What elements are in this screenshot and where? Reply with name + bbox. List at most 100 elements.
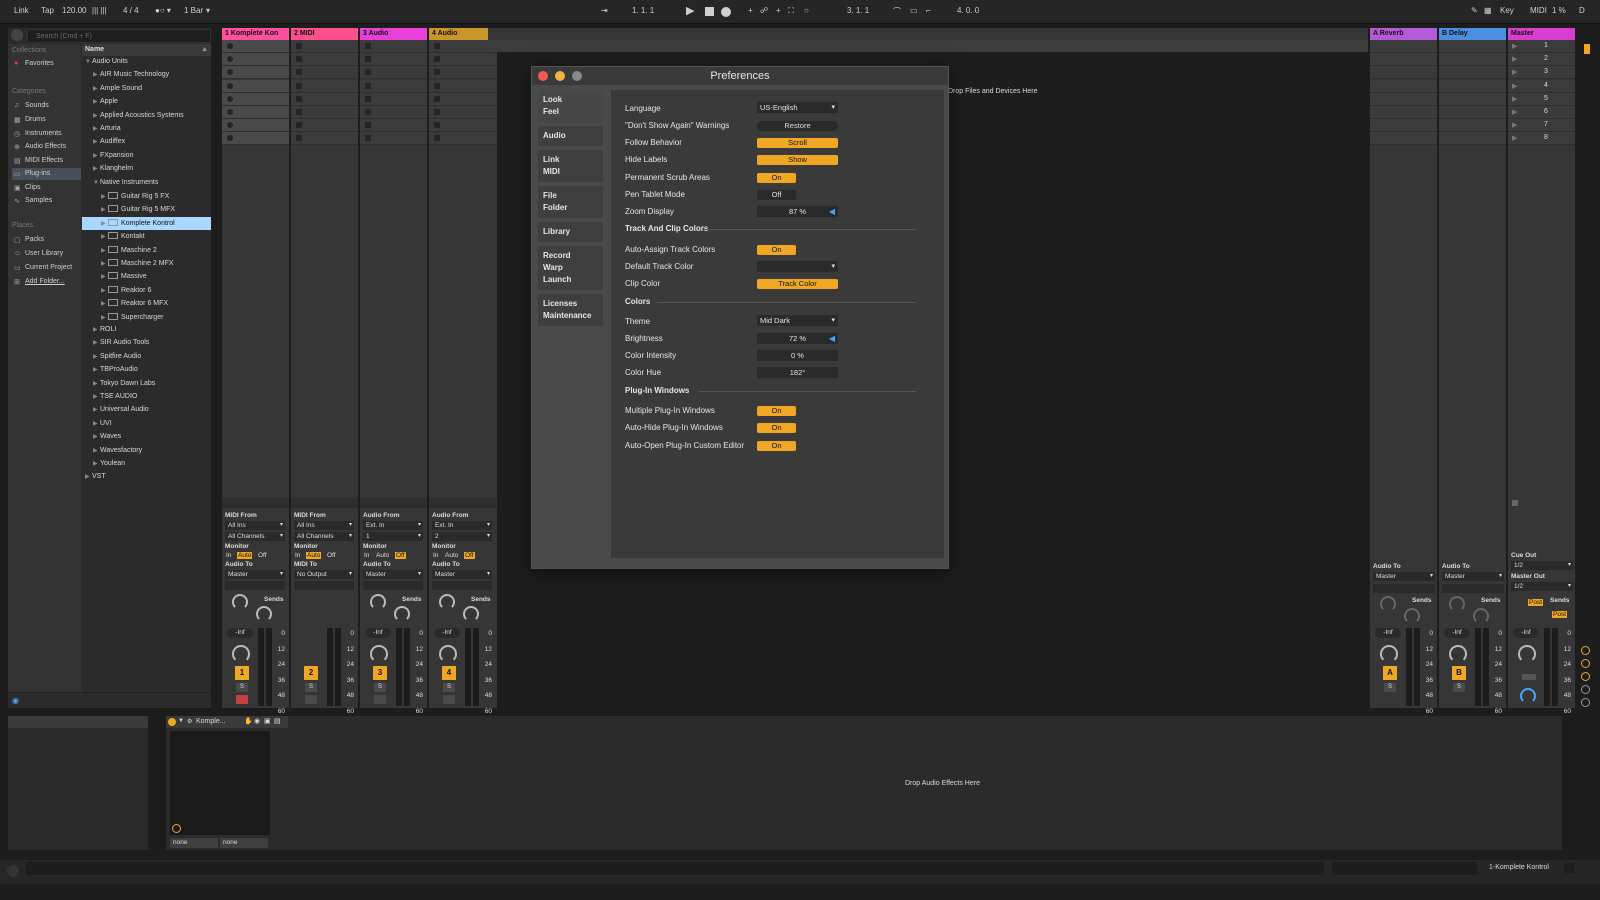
disclosure-closed-icon[interactable]: ▶ [93,353,100,360]
folder-item[interactable]: ▶ FXpansion [82,150,211,163]
disclosure-closed-icon[interactable]: ▶ [93,85,100,92]
volume-readout[interactable]: -Inf [1375,628,1401,638]
overdub-icon[interactable]: + [748,6,753,15]
disclosure-closed-icon[interactable]: ▶ [93,326,100,333]
multiple-plugin-windows-toggle[interactable]: On [757,406,796,416]
clip-color-toggle[interactable]: Track Color [757,279,838,289]
device-activator-icon[interactable] [168,718,176,726]
tab-record-warp-launch[interactable]: Record Warp Launch [538,246,603,290]
monitor-auto-button[interactable]: Auto [237,552,253,559]
loop-length-field[interactable]: 4. 0. 0 [957,6,979,15]
disclosure-closed-icon[interactable]: ▶ [93,406,100,413]
folder-item[interactable]: ▶ Youlean [82,458,211,471]
disclosure-closed-icon[interactable]: ▶ [93,98,100,105]
scene-launch[interactable]: ▶ 5 [1508,92,1575,106]
folder-item[interactable]: ▶ Waves [82,431,211,444]
output-type-select[interactable]: No Output [294,570,354,579]
clip-slot[interactable] [429,132,497,146]
stop-button-icon[interactable] [365,95,371,102]
device-fold-icon[interactable]: ▼ [178,718,184,724]
disclosure-closed-icon[interactable]: ▶ [101,233,108,240]
input-channel-select[interactable]: All Channels [225,532,285,541]
record-arm-slot-icon[interactable] [227,122,233,129]
stop-button-icon[interactable] [296,82,302,89]
output-type-select[interactable]: Master [225,570,285,579]
volume-readout[interactable]: -Inf [365,628,391,638]
punch-out-icon[interactable]: ⌐ [926,6,931,15]
output-type-select[interactable]: Master [1373,572,1435,581]
theme-select[interactable]: Mid Dark [757,315,838,326]
stop-button-icon[interactable] [365,43,371,49]
scene-launch[interactable]: ▶ 8 [1508,132,1575,146]
sidebar-item-clips[interactable]: ▣ Clips [12,182,81,194]
permanent-scrub-toggle[interactable]: On [757,173,796,183]
disclosure-closed-icon[interactable]: ▶ [101,193,108,200]
clip-slot[interactable] [429,79,497,93]
draw-mode-icon[interactable]: ✎ [1471,6,1478,15]
stop-button-icon[interactable] [296,109,302,115]
disclosure-closed-icon[interactable]: ▶ [93,393,100,400]
solo-button[interactable]: S [1384,683,1396,692]
disclosure-closed-icon[interactable]: ▶ [93,112,100,119]
stop-button-icon[interactable] [434,43,440,49]
folder-item[interactable]: ▶ Wavesfactory [82,445,211,458]
sidebar-item-samples[interactable]: ∿ Samples [12,195,81,207]
clip-slot[interactable] [222,53,289,67]
zoom-icon[interactable] [572,71,582,81]
returns-toggle-icon[interactable] [1581,672,1590,681]
tab-look-feel[interactable]: Look Feel [538,90,603,122]
sidebar-item-favorites[interactable]: ● Favorites [12,58,81,70]
plugin-item[interactable]: ▶ Massive [82,270,211,283]
folder-item[interactable]: ▶ TBProAudio [82,364,211,377]
tab-library[interactable]: Library [538,222,603,242]
send-b-knob[interactable] [1473,608,1489,624]
record-arm-slot-icon[interactable] [227,95,233,102]
disclosure-closed-icon[interactable]: ▶ [101,287,108,294]
track-title[interactable]: Master [1508,28,1575,40]
clip-slot[interactable] [222,92,289,106]
metronome-icon[interactable]: ●○ ▾ [155,6,171,15]
macro-none-1[interactable]: none [170,838,218,848]
plugin-item[interactable]: ▶ Guitar Rig 5 FX [82,190,211,203]
disclosure-closed-icon[interactable]: ▶ [93,433,100,440]
folder-item[interactable]: ▶ Apple [82,96,211,109]
stop-button-icon[interactable] [296,69,302,76]
clip-slot[interactable] [222,66,289,80]
clip-slot[interactable] [222,132,289,146]
send-b-knob[interactable] [1404,608,1420,624]
clip-slot[interactable] [360,53,427,67]
zoom-display-field[interactable]: 87 % ◀ [757,206,838,217]
arm-button[interactable] [236,695,248,704]
save-preset-icon[interactable]: ◉ [254,717,260,725]
scene-play-icon[interactable]: ▶ [1512,134,1517,142]
track-title[interactable]: 1 Komplete Kon [222,28,289,40]
output-channel-select[interactable] [1373,584,1435,593]
hand-icon[interactable]: ✋ [244,717,253,725]
automation-arm-icon[interactable]: ☍ [760,6,768,15]
input-type-select[interactable]: Ext. In [432,521,492,530]
restore-button[interactable]: Restore [757,121,838,131]
capture-icon[interactable]: ⛶ [788,6,794,16]
session-record-icon[interactable]: ○ [804,6,809,15]
macro-none-2[interactable]: none [220,838,268,848]
disclosure-closed-icon[interactable]: ▶ [101,314,108,321]
clip-slot[interactable] [291,106,358,119]
send-a-knob[interactable] [439,594,455,610]
scene-play-icon[interactable]: ▶ [1512,121,1517,129]
track-activator-button[interactable]: 2 [304,666,318,680]
output-channel-select[interactable] [363,581,423,590]
track-title[interactable]: B Delay [1439,28,1506,40]
disclosure-open-icon[interactable]: ▼ [93,180,100,186]
output-channel-select[interactable] [225,581,285,590]
scene-launch[interactable]: ▶ 1 [1508,40,1575,53]
arm-button[interactable] [305,695,317,704]
crossfader-toggle-icon[interactable] [1581,698,1590,707]
plugin-item[interactable]: ▶ Reaktor 6 [82,284,211,297]
arrangement-position[interactable]: 1. 1. 1 [632,6,654,15]
clip-slot[interactable] [429,66,497,80]
track-activator-button[interactable]: 4 [442,666,456,680]
browser-toggle-icon[interactable] [11,29,23,41]
disclosure-closed-icon[interactable]: ▶ [101,300,108,307]
volume-readout[interactable]: -Inf [227,628,253,638]
stop-button-icon[interactable] [296,56,302,63]
